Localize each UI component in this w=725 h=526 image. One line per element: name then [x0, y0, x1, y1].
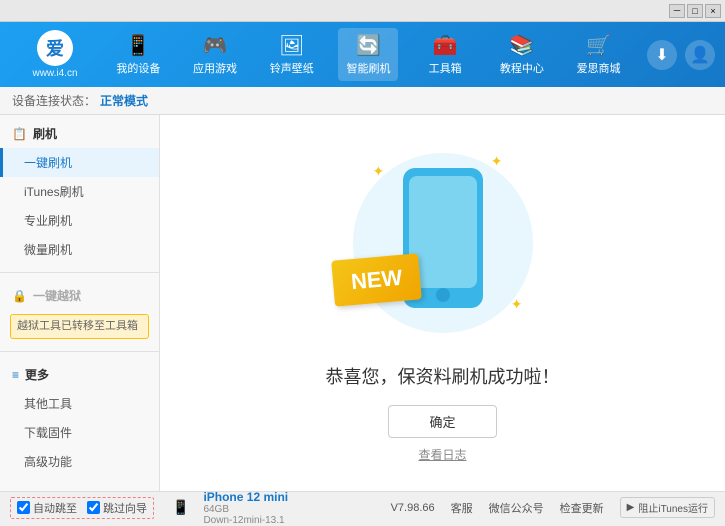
main-layout: 📋 刷机 一键刷机 iTunes刷机 专业刷机 微量刷机 🔒 一键越狱 越 — [0, 115, 725, 491]
toolbox-icon: 🧰 — [433, 33, 458, 58]
header: 爱 www.i4.cn 📱 我的设备 🎮 应用游戏 🖼 铃声壁纸 🔄 智能刷机 … — [0, 22, 725, 87]
more-section-icon: ≡ — [12, 368, 19, 382]
advanced-label: 高级功能 — [24, 455, 72, 469]
nav-store[interactable]: 🛒 爱思商城 — [569, 28, 629, 81]
jailbreak-note: 越狱工具已转移至工具箱 — [10, 314, 149, 339]
nav-items: 📱 我的设备 🎮 应用游戏 🖼 铃声壁纸 🔄 智能刷机 🧰 工具箱 📚 教程中心… — [100, 28, 637, 81]
apps-games-label: 应用游戏 — [193, 60, 237, 76]
device-info: iPhone 12 mini 64GB Down-12mini-13.1 — [203, 490, 288, 526]
apps-games-icon: 🎮 — [203, 33, 228, 58]
wechat-link[interactable]: 微信公众号 — [489, 500, 544, 516]
jailbreak-section-label: 一键越狱 — [33, 287, 81, 304]
sidebar-flash-title: 📋 刷机 — [0, 119, 159, 148]
device-name: iPhone 12 mini — [203, 490, 288, 504]
minimize-button[interactable]: － — [669, 4, 685, 18]
logo-icon: 爱 — [37, 30, 73, 66]
user-button[interactable]: 👤 — [685, 40, 715, 70]
status-bar: 设备连接状态： 正常模式 — [0, 87, 725, 115]
logo[interactable]: 爱 www.i4.cn — [10, 30, 100, 79]
auto-jump-checkbox[interactable]: 自动跳至 — [17, 500, 77, 516]
skip-wizard-input[interactable] — [87, 501, 100, 514]
new-badge: NEW — [331, 253, 422, 306]
nav-wallpaper[interactable]: 🖼 铃声壁纸 — [262, 28, 322, 81]
download-button[interactable]: ⬇ — [647, 40, 677, 70]
store-icon: 🛒 — [586, 33, 611, 58]
nav-right-buttons: ⬇ 👤 — [647, 40, 715, 70]
store-label: 爱思商城 — [577, 60, 621, 76]
nav-toolbox[interactable]: 🧰 工具箱 — [415, 28, 475, 81]
sparkle-1: ✦ — [373, 163, 385, 180]
sidebar-item-restore-flash[interactable]: 微量刷机 — [0, 235, 159, 264]
restore-flash-label: 微量刷机 — [24, 243, 72, 257]
success-illustration: NEW ✦ ✦ ✦ — [343, 143, 543, 343]
maximize-button[interactable]: □ — [687, 4, 703, 18]
more-section-label: 更多 — [25, 366, 49, 383]
wallpaper-label: 铃声壁纸 — [270, 60, 314, 76]
nav-smart-flash[interactable]: 🔄 智能刷机 — [338, 28, 398, 81]
check-update-link[interactable]: 检查更新 — [560, 500, 604, 516]
sidebar-item-one-click-flash[interactable]: 一键刷机 — [0, 148, 159, 177]
device-phone-icon: 📱 — [172, 499, 189, 516]
sidebar-item-download-firmware[interactable]: 下载固件 — [0, 418, 159, 447]
sidebar: 📋 刷机 一键刷机 iTunes刷机 专业刷机 微量刷机 🔒 一键越狱 越 — [0, 115, 160, 491]
itunes-flash-label: iTunes刷机 — [24, 185, 84, 199]
smart-flash-label: 智能刷机 — [346, 60, 390, 76]
sidebar-section-flash: 📋 刷机 一键刷机 iTunes刷机 专业刷机 微量刷机 — [0, 115, 159, 268]
bottom-right: V7.98.66 客服 微信公众号 检查更新 ▶ 阻止iTunes运行 — [391, 497, 715, 518]
device-model: Down-12mini-13.1 — [203, 515, 288, 526]
smart-flash-icon: 🔄 — [356, 33, 381, 58]
sidebar-section-jailbreak: 🔒 一键越狱 越狱工具已转移至工具箱 — [0, 277, 159, 347]
title-bar: － □ × — [0, 0, 725, 22]
status-value: 正常模式 — [100, 92, 148, 109]
wallpaper-icon: 🖼 — [279, 33, 304, 58]
sidebar-item-pro-flash[interactable]: 专业刷机 — [0, 206, 159, 235]
other-tools-label: 其他工具 — [24, 397, 72, 411]
tutorials-icon: 📚 — [509, 33, 534, 58]
flash-section-label: 刷机 — [33, 125, 57, 142]
sidebar-item-other-tools[interactable]: 其他工具 — [0, 389, 159, 418]
nav-tutorials[interactable]: 📚 教程中心 — [492, 28, 552, 81]
sidebar-item-advanced[interactable]: 高级功能 — [0, 447, 159, 476]
sidebar-jailbreak-title: 🔒 一键越狱 — [0, 281, 159, 310]
content-area: NEW ✦ ✦ ✦ 恭喜您，保资料刷机成功啦！ 确定 查看日志 — [160, 115, 725, 491]
confirm-button[interactable]: 确定 — [388, 405, 496, 438]
itunes-status[interactable]: ▶ 阻止iTunes运行 — [620, 497, 715, 518]
bottom-bar: 自动跳至 跳过向导 📱 iPhone 12 mini 64GB Down-12m… — [0, 491, 725, 523]
download-firmware-label: 下载固件 — [24, 426, 72, 440]
skip-wizard-checkbox[interactable]: 跳过向导 — [87, 500, 147, 516]
customer-service-link[interactable]: 客服 — [451, 500, 473, 516]
tutorials-label: 教程中心 — [500, 60, 544, 76]
device-section: 📱 iPhone 12 mini 64GB Down-12mini-13.1 — [172, 490, 288, 526]
nav-my-device[interactable]: 📱 我的设备 — [108, 28, 168, 81]
jailbreak-lock-icon: 🔒 — [12, 289, 27, 303]
one-click-flash-label: 一键刷机 — [24, 156, 72, 170]
itunes-status-label: 阻止iTunes运行 — [638, 500, 708, 515]
skip-wizard-label: 跳过向导 — [103, 500, 147, 516]
sidebar-more-title: ≡ 更多 — [0, 360, 159, 389]
itunes-status-icon: ▶ — [627, 502, 635, 513]
version-text: V7.98.66 — [391, 502, 435, 514]
status-label: 设备连接状态： — [12, 92, 96, 109]
device-storage: 64GB — [203, 504, 288, 515]
my-device-label: 我的设备 — [116, 60, 160, 76]
my-device-icon: 📱 — [126, 33, 151, 58]
close-button[interactable]: × — [705, 4, 721, 18]
checkbox-area: 自动跳至 跳过向导 — [10, 497, 154, 519]
sparkle-3: ✦ — [511, 296, 523, 313]
toolbox-label: 工具箱 — [429, 60, 462, 76]
nav-apps-games[interactable]: 🎮 应用游戏 — [185, 28, 245, 81]
bottom-left: 自动跳至 跳过向导 📱 iPhone 12 mini 64GB Down-12m… — [10, 490, 391, 526]
sidebar-section-more: ≡ 更多 其他工具 下载固件 高级功能 — [0, 356, 159, 480]
pro-flash-label: 专业刷机 — [24, 214, 72, 228]
auto-jump-label: 自动跳至 — [33, 500, 77, 516]
success-title: 恭喜您，保资料刷机成功啦！ — [326, 363, 560, 389]
flash-section-icon: 📋 — [12, 127, 27, 141]
sidebar-item-itunes-flash[interactable]: iTunes刷机 — [0, 177, 159, 206]
logo-url: www.i4.cn — [32, 68, 77, 79]
sparkle-2: ✦ — [491, 153, 503, 170]
phone-home-button — [436, 288, 450, 302]
auto-jump-input[interactable] — [17, 501, 30, 514]
history-link[interactable]: 查看日志 — [418, 446, 466, 463]
